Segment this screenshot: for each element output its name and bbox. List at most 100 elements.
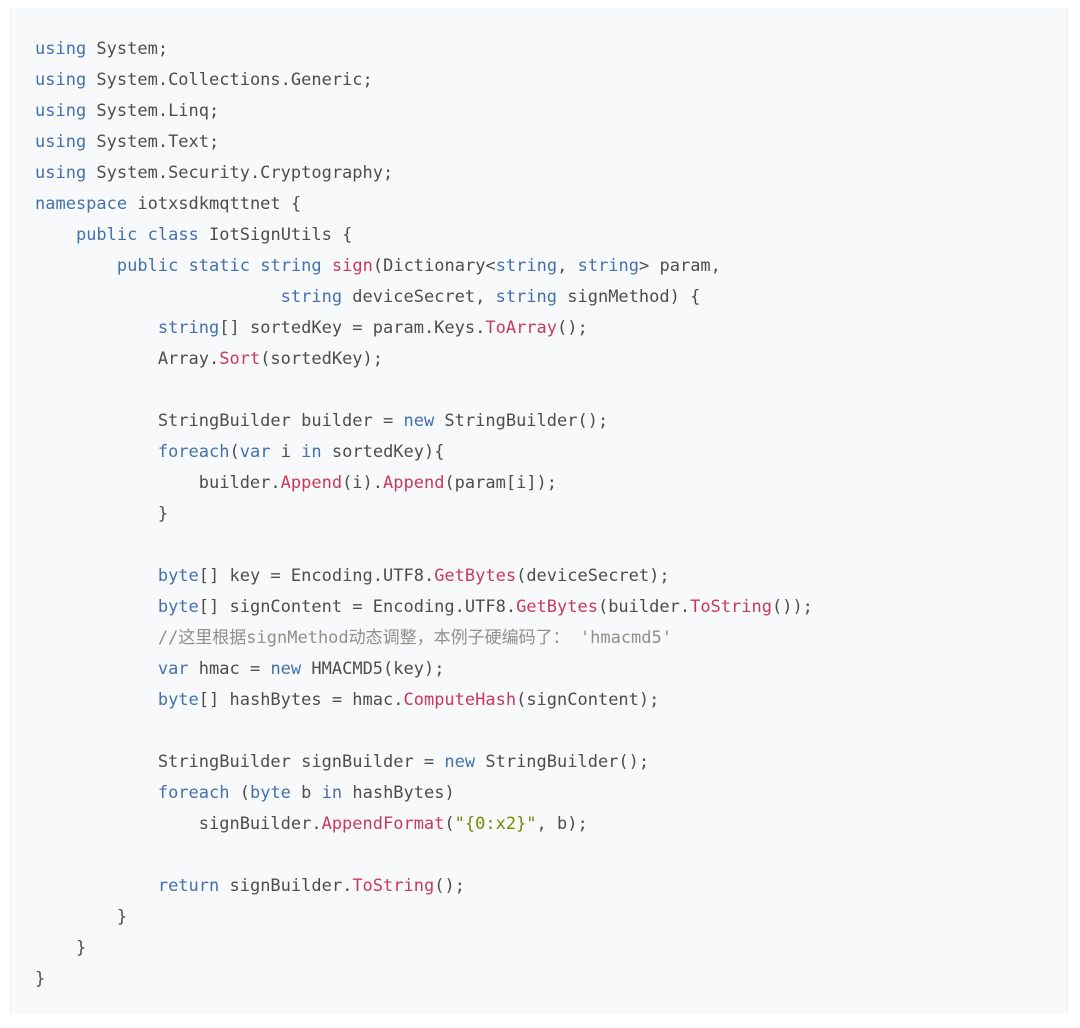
code-token-pln: IotSignUtils { bbox=[198, 225, 353, 245]
code-token-pln: System.Linq; bbox=[86, 101, 220, 121]
code-token-com: //这里根据signMethod动态调整，本例子硬编码了： 'hmacmd5' bbox=[157, 628, 672, 648]
code-token-pln bbox=[35, 876, 158, 896]
code-line: } bbox=[35, 902, 1067, 933]
code-token-pln bbox=[35, 318, 158, 338]
code-token-pln: [] sortedKey = param.Keys. bbox=[219, 318, 486, 338]
code-token-fn: ComputeHash bbox=[403, 690, 517, 710]
code-token-kw: string bbox=[577, 256, 640, 276]
code-token-kw: new bbox=[270, 659, 302, 679]
code-line: byte[] signContent = Encoding.UTF8.GetBy… bbox=[35, 592, 1067, 623]
code-token-fn: ToArray bbox=[485, 318, 558, 338]
code-token-pln: b bbox=[290, 783, 322, 803]
code-token-kw: using bbox=[35, 70, 87, 90]
code-token-str: "{0:x2}" bbox=[454, 814, 537, 834]
code-token-kw: string bbox=[495, 287, 558, 307]
code-token-pln: deviceSecret, bbox=[342, 287, 496, 307]
code-token-pln: , b); bbox=[536, 814, 588, 834]
code-line: string deviceSecret, string signMethod) … bbox=[35, 282, 1067, 313]
code-token-fn: ToString bbox=[352, 876, 435, 896]
code-token-pln: StringBuilder(); bbox=[475, 752, 650, 772]
code-line: foreach(var i in sortedKey){ bbox=[35, 437, 1067, 468]
code-token-pln: ( bbox=[444, 814, 455, 834]
code-token-pln: (signContent); bbox=[516, 690, 660, 710]
code-token-fn: AppendFormat bbox=[321, 814, 445, 834]
code-token-kw: string bbox=[157, 318, 220, 338]
code-line: Array.Sort(sortedKey); bbox=[35, 344, 1067, 375]
code-token-pln: (sortedKey); bbox=[260, 349, 384, 369]
code-token-pln: signBuilder. bbox=[219, 876, 353, 896]
code-token-pln: iotxsdkmqttnet { bbox=[127, 194, 302, 214]
code-line: namespace iotxsdkmqttnet { bbox=[35, 189, 1067, 220]
code-token-pln: System.Text; bbox=[86, 132, 220, 152]
code-token-pln: ( bbox=[229, 442, 240, 462]
code-token-pln: [] signContent = Encoding.UTF8. bbox=[198, 597, 517, 617]
code-token-kw: new bbox=[403, 411, 435, 431]
code-token-kw: byte bbox=[157, 597, 199, 617]
code-token-kw: in bbox=[301, 442, 322, 462]
code-token-pln: signBuilder. bbox=[35, 814, 322, 834]
code-line: string[] sortedKey = param.Keys.ToArray(… bbox=[35, 313, 1067, 344]
code-line: return signBuilder.ToString(); bbox=[35, 871, 1067, 902]
code-token-pln: System; bbox=[86, 39, 169, 59]
code-token-kw: using bbox=[35, 132, 87, 152]
code-token-pln bbox=[35, 597, 158, 617]
code-token-kw: public bbox=[75, 225, 138, 245]
code-token-pln bbox=[35, 783, 158, 803]
code-token-fn: GetBytes bbox=[516, 597, 598, 617]
code-line: using System.Security.Cryptography; bbox=[35, 158, 1067, 189]
code-line: StringBuilder signBuilder = new StringBu… bbox=[35, 747, 1067, 778]
code-token-pln bbox=[250, 256, 260, 276]
code-token-kw: static bbox=[188, 256, 250, 276]
code-token-pln: System.Collections.Generic; bbox=[86, 70, 373, 90]
code-token-pln bbox=[35, 256, 117, 276]
code-line: } bbox=[35, 933, 1067, 964]
code-token-pln: hashBytes) bbox=[342, 783, 455, 803]
code-token-pln bbox=[35, 287, 281, 307]
code-line: var hmac = new HMACMD5(key); bbox=[35, 654, 1067, 685]
code-token-kw: using bbox=[35, 163, 87, 183]
code-token-fn: sign bbox=[331, 256, 373, 276]
code-token-pln: Array. bbox=[35, 349, 220, 369]
code-line: using System.Linq; bbox=[35, 96, 1067, 127]
code-token-kw: public bbox=[116, 256, 179, 276]
code-token-pln: StringBuilder(); bbox=[434, 411, 609, 431]
code-token-kw: using bbox=[35, 101, 87, 121]
code-token-kw: in bbox=[321, 783, 343, 803]
code-token-pln: } bbox=[35, 938, 87, 958]
code-token-pln: [] hashBytes = hmac. bbox=[198, 690, 404, 710]
code-token-kw: foreach bbox=[157, 442, 230, 462]
code-token-pln: i bbox=[270, 442, 302, 462]
code-line: byte[] hashBytes = hmac.ComputeHash(sign… bbox=[35, 685, 1067, 716]
code-line: } bbox=[35, 499, 1067, 530]
code-line: builder.Append(i).Append(param[i]); bbox=[35, 468, 1067, 499]
code-token-kw: foreach bbox=[157, 783, 230, 803]
code-token-pln: sortedKey){ bbox=[321, 442, 445, 462]
code-line: //这里根据signMethod动态调整，本例子硬编码了： 'hmacmd5' bbox=[35, 623, 1067, 654]
code-token-kw: var bbox=[157, 659, 189, 679]
code-token-kw: byte bbox=[249, 783, 291, 803]
code-token-kw: string bbox=[260, 256, 322, 276]
code-token-kw: return bbox=[157, 876, 220, 896]
code-token-pln: (deviceSecret); bbox=[516, 566, 670, 586]
code-line: using System.Text; bbox=[35, 127, 1067, 158]
code-token-pln: } bbox=[35, 969, 46, 989]
code-token-kw: new bbox=[444, 752, 476, 772]
code-token-pln: builder. bbox=[35, 473, 281, 493]
code-token-pln: StringBuilder signBuilder = bbox=[35, 752, 445, 772]
code-line: using System.Collections.Generic; bbox=[35, 65, 1067, 96]
code-token-pln bbox=[35, 442, 158, 462]
code-block: using System; using System.Collections.G… bbox=[10, 8, 1068, 1013]
code-token-pln bbox=[178, 256, 188, 276]
code-token-kw: string bbox=[495, 256, 558, 276]
code-listing[interactable]: using System; using System.Collections.G… bbox=[11, 8, 1067, 995]
code-token-fn: Sort bbox=[219, 349, 261, 369]
code-token-pln: [] key = Encoding.UTF8. bbox=[198, 566, 435, 586]
code-line: byte[] key = Encoding.UTF8.GetBytes(devi… bbox=[35, 561, 1067, 592]
code-line: public class IotSignUtils { bbox=[35, 220, 1067, 251]
code-token-pln: signMethod) { bbox=[557, 287, 701, 307]
code-token-pln bbox=[322, 256, 332, 276]
code-token-pln bbox=[35, 659, 158, 679]
